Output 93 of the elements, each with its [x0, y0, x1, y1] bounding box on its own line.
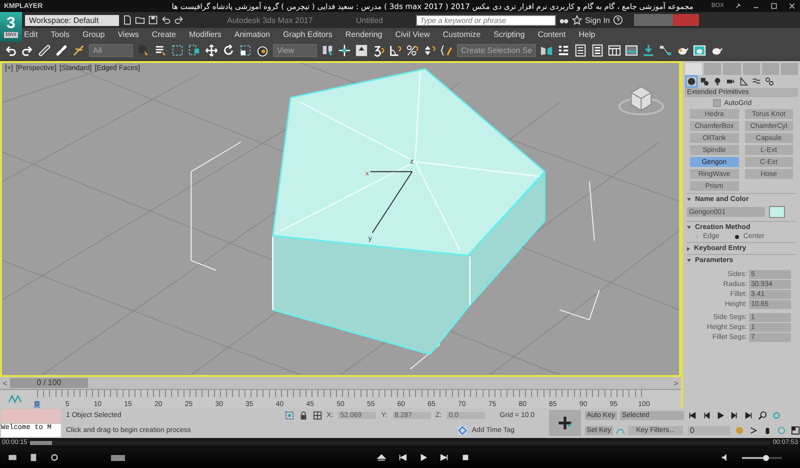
- go-to-end-icon[interactable]: [744, 411, 753, 420]
- menu-item[interactable]: Scripting: [494, 30, 525, 38]
- spinner-snap-icon[interactable]: [423, 44, 436, 56]
- app-title: Autodesk 3ds Max 2017: [227, 16, 313, 24]
- sphere-icon[interactable]: [687, 77, 696, 86]
- undo-icon[interactable]: [161, 15, 171, 25]
- camera-icon[interactable]: [726, 77, 735, 86]
- menu-item[interactable]: Animation: [234, 30, 270, 38]
- isolate-icon[interactable]: [284, 411, 294, 420]
- time-slider-thumb[interactable]: 0 / 100: [10, 378, 88, 388]
- previous-icon[interactable]: [398, 453, 406, 462]
- unlink-icon[interactable]: [55, 44, 68, 56]
- material-editor-icon[interactable]: [625, 44, 638, 56]
- star-icon[interactable]: [572, 15, 582, 25]
- menu-item[interactable]: Tools: [50, 30, 70, 38]
- workspace-dropdown[interactable]: Workspace: Default: [25, 14, 119, 26]
- render-frame-icon[interactable]: [693, 44, 706, 56]
- help-icon[interactable]: [612, 15, 623, 25]
- wave-lines-icon[interactable]: [752, 77, 761, 86]
- gizmo-icon[interactable]: [338, 44, 351, 56]
- selection-set-dropdown[interactable]: Create Selection Se: [457, 44, 536, 56]
- stop-icon[interactable]: [460, 453, 470, 462]
- lock-icon[interactable]: [298, 411, 308, 420]
- menu-item[interactable]: Help: [578, 30, 596, 38]
- pin-icon[interactable]: [734, 2, 742, 10]
- zoom-icon[interactable]: [758, 411, 767, 420]
- key-plus-icon: [556, 414, 574, 432]
- previous-frame-button[interactable]: <: [0, 378, 10, 388]
- scale-icon[interactable]: [239, 44, 252, 56]
- document-name: Untitled: [356, 16, 383, 24]
- bind-icon[interactable]: [72, 44, 85, 56]
- play-icon[interactable]: [418, 453, 428, 462]
- schematic-icon[interactable]: [659, 44, 672, 56]
- time-tag-icon[interactable]: [458, 426, 467, 435]
- redo-icon[interactable]: [21, 44, 34, 56]
- select-object-icon[interactable]: [137, 44, 150, 56]
- next-frame-button[interactable]: >: [671, 378, 681, 388]
- save-icon[interactable]: [148, 15, 158, 25]
- maximize-viewport-icon[interactable]: [791, 426, 800, 435]
- links-icon[interactable]: [765, 77, 774, 86]
- previous-frame-icon[interactable]: [702, 411, 711, 420]
- selection-filter-dropdown[interactable]: All: [89, 44, 133, 56]
- menu-item[interactable]: Edit: [24, 30, 38, 38]
- folder-icon[interactable]: [135, 15, 145, 25]
- align-icon[interactable]: [557, 44, 570, 56]
- object-color-swatch[interactable]: [769, 206, 785, 218]
- light-bulb-icon[interactable]: [713, 77, 722, 86]
- download-icon[interactable]: [642, 44, 656, 56]
- menu-item[interactable]: Customize: [442, 30, 481, 38]
- region-select-icon[interactable]: [171, 44, 184, 56]
- shapes-icon[interactable]: [700, 77, 709, 86]
- close-icon[interactable]: [788, 2, 796, 10]
- menu-item[interactable]: Civil View: [395, 30, 430, 38]
- menu-item[interactable]: Content: [538, 30, 566, 38]
- snap-icon[interactable]: [372, 44, 385, 56]
- menu-item[interactable]: Graph Editors: [282, 30, 332, 38]
- named-selection-icon[interactable]: [440, 44, 453, 56]
- eject-icon[interactable]: [376, 453, 386, 462]
- select-by-name-icon[interactable]: [154, 44, 167, 56]
- redo-icon[interactable]: [174, 15, 184, 25]
- move-icon[interactable]: [205, 44, 218, 56]
- current-frame-field[interactable]: 0: [688, 426, 730, 435]
- new-file-icon[interactable]: [122, 15, 132, 25]
- menu-item[interactable]: Group: [82, 30, 105, 38]
- ribbon-icon[interactable]: [591, 44, 604, 56]
- absolute-mode-icon[interactable]: [312, 411, 322, 420]
- link-icon[interactable]: [38, 44, 51, 56]
- next-icon[interactable]: [440, 453, 448, 462]
- layer-list-icon[interactable]: [574, 44, 588, 56]
- view-cube-drawing[interactable]: [618, 86, 664, 116]
- set-keys-button[interactable]: [548, 410, 581, 436]
- sign-in-link[interactable]: Sign In: [584, 16, 610, 24]
- window-crossing-icon[interactable]: [188, 44, 201, 56]
- angle-snap-icon[interactable]: [389, 44, 402, 56]
- next-frame-icon[interactable]: [730, 411, 739, 420]
- menu-item[interactable]: Create: [152, 30, 176, 38]
- ruler-triangle-icon[interactable]: [739, 77, 748, 86]
- placement-icon[interactable]: [256, 44, 269, 56]
- menu-item[interactable]: Rendering: [345, 30, 382, 38]
- autogrid-checkbox[interactable]: [713, 99, 721, 107]
- undo-icon[interactable]: [4, 44, 17, 56]
- maximize-icon[interactable]: [770, 2, 778, 10]
- menu-item[interactable]: Views: [118, 30, 139, 38]
- reference-coordinate-dropdown[interactable]: View: [273, 44, 317, 56]
- percent-snap-icon[interactable]: [406, 44, 419, 56]
- maxscript-listener-field[interactable]: [1, 409, 61, 422]
- go-to-start-icon[interactable]: [688, 411, 697, 420]
- volume-knob[interactable]: [763, 454, 769, 460]
- grid-view-icon[interactable]: [608, 44, 622, 56]
- play-icon[interactable]: [716, 411, 725, 420]
- time-slider-track[interactable]: 0 / 100: [10, 378, 671, 388]
- menu-item[interactable]: Modifiers: [188, 30, 222, 38]
- rotate-icon[interactable]: [222, 44, 235, 56]
